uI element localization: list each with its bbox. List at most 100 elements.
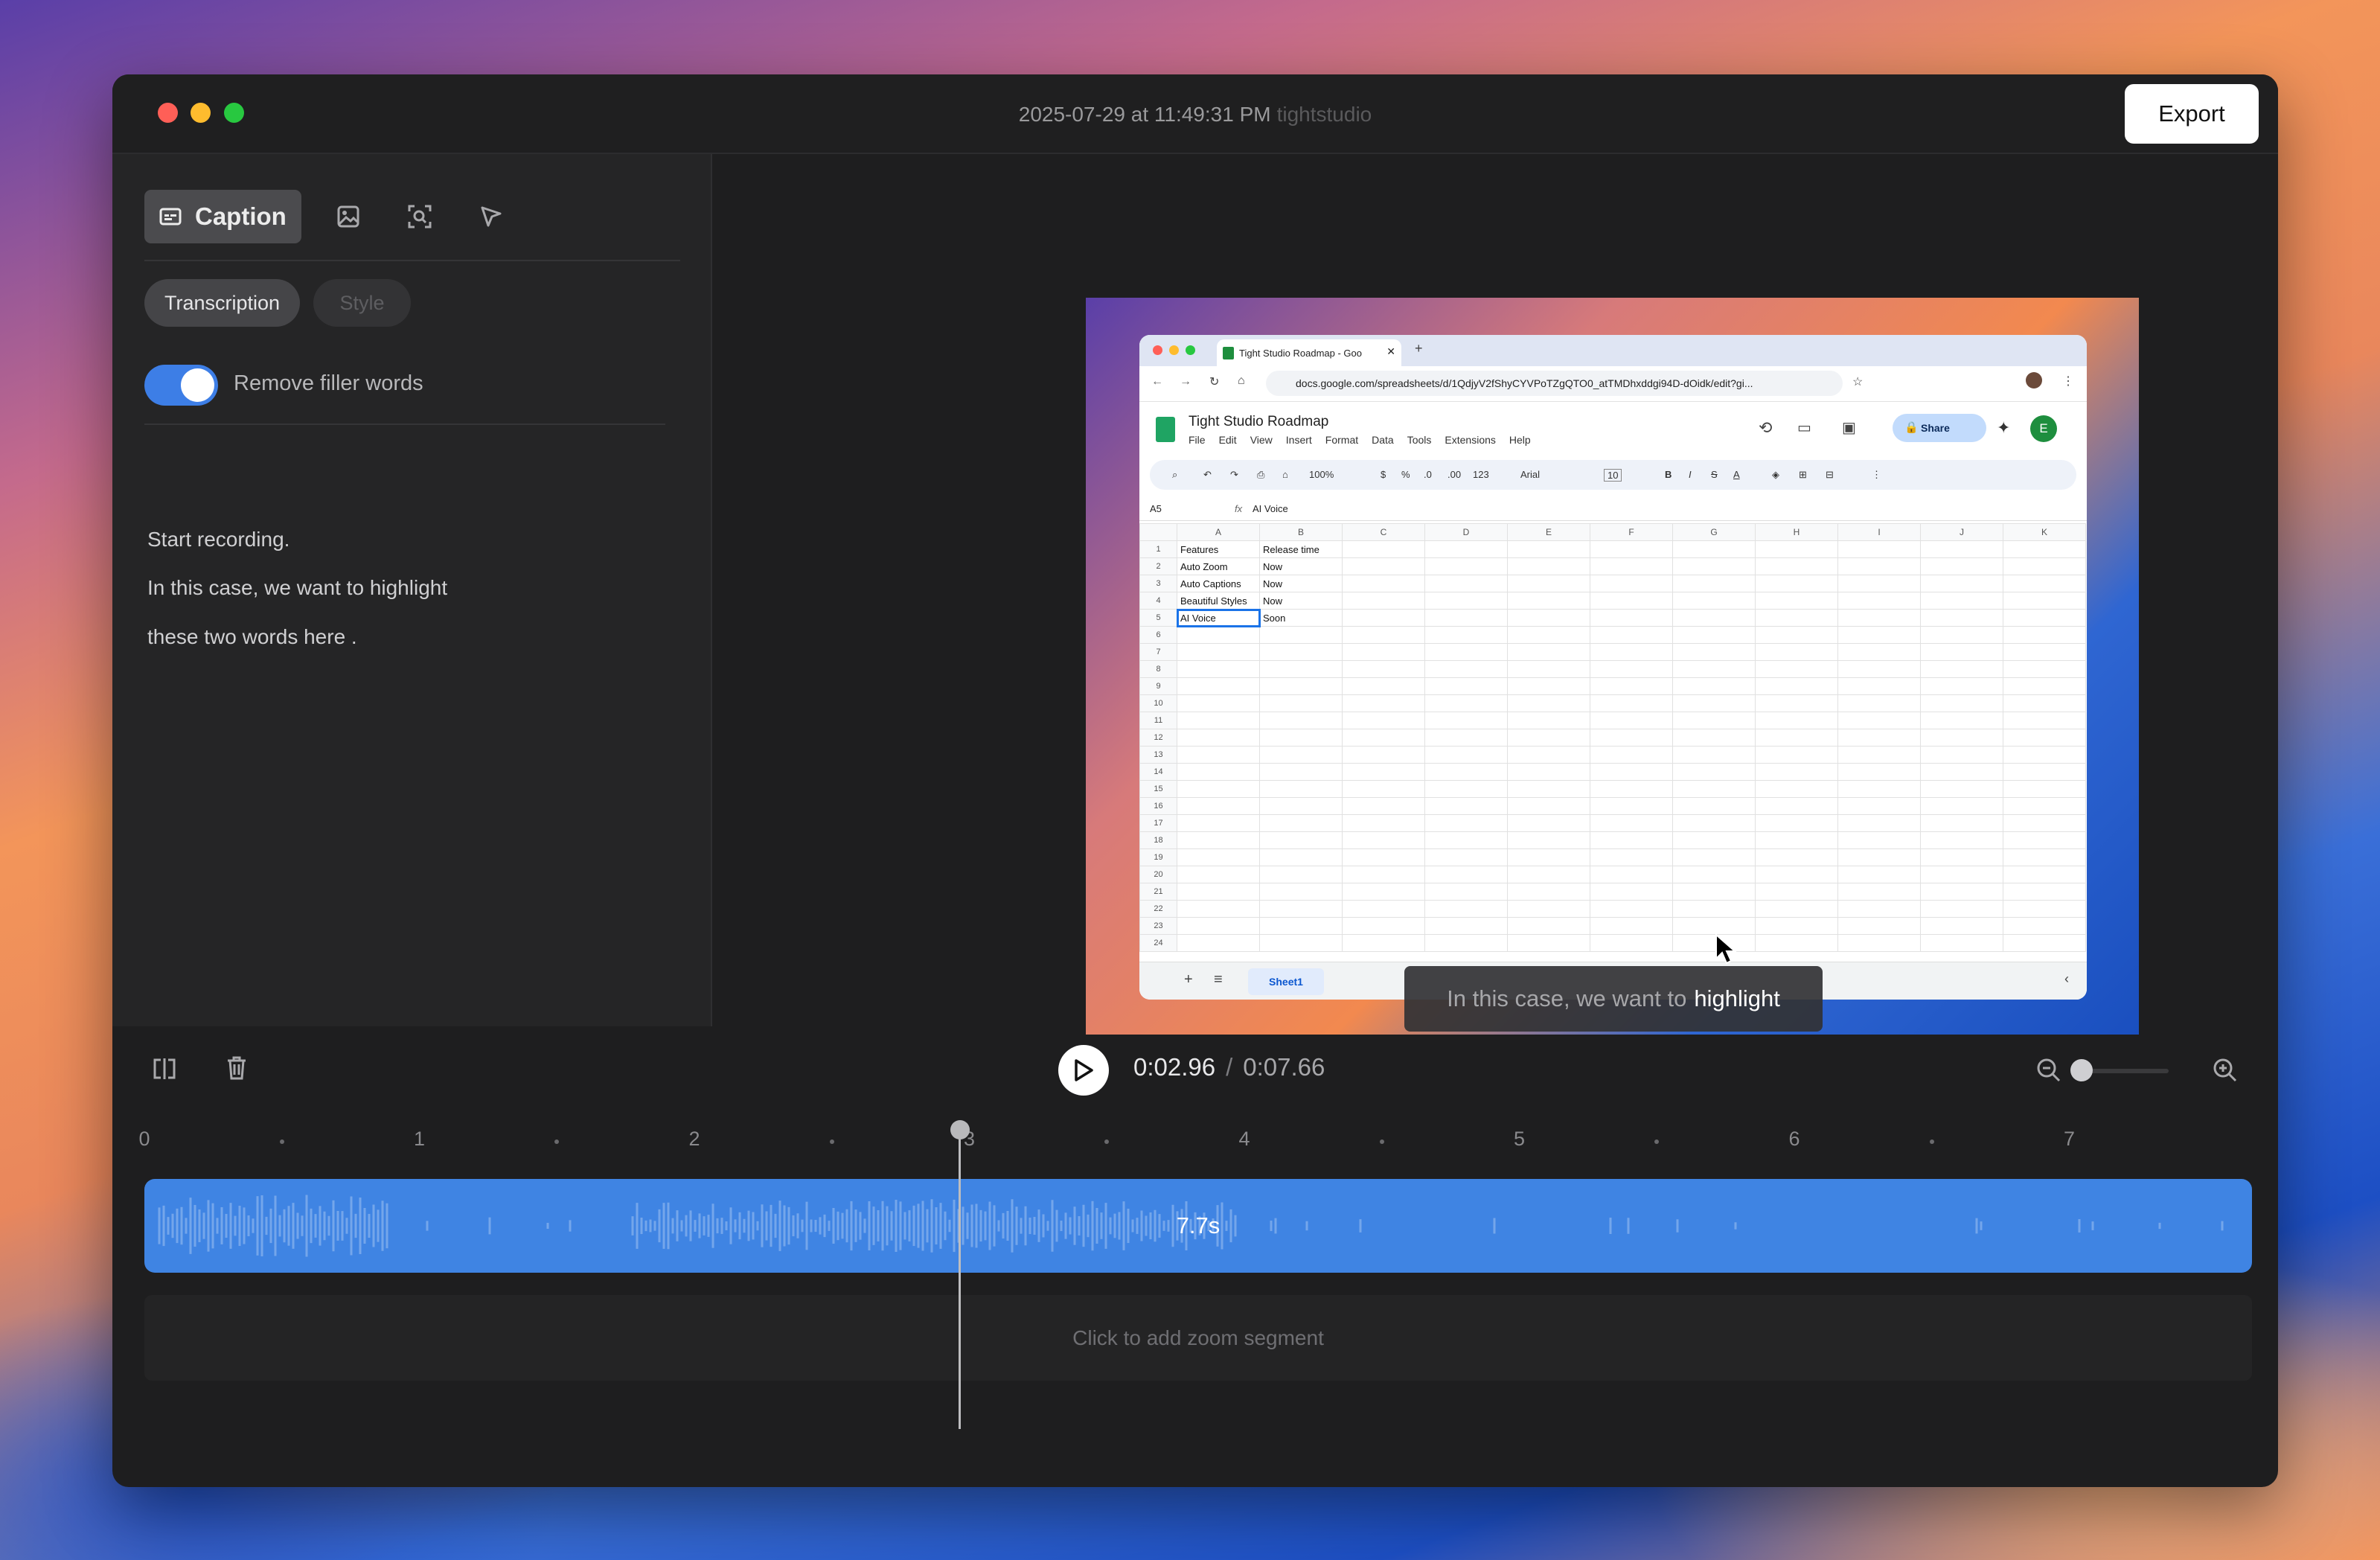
video-preview[interactable]: Tight Studio Roadmap - Goo ✕ + ← → ↻ ⌂ d… — [1086, 298, 2139, 1035]
tab-background[interactable] — [324, 192, 373, 241]
sheet-cell — [1672, 694, 1756, 712]
zoom-in-button[interactable] — [2213, 1058, 2238, 1087]
transcript-line[interactable]: In this case, we want to highlight — [147, 576, 447, 600]
sheet-cell — [1507, 694, 1590, 712]
sheet-cell — [1920, 643, 2003, 661]
sheet-cell — [1920, 660, 2003, 678]
tab-caption[interactable]: Caption — [144, 190, 301, 243]
sheet-cell — [1177, 797, 1260, 815]
font-size: 10 — [1604, 469, 1622, 482]
row-number: 23 — [1139, 917, 1177, 935]
new-tab-icon: + — [1415, 341, 1423, 356]
sheet-cell — [1342, 712, 1425, 729]
format-percent: % — [1401, 469, 1410, 480]
row-number: 10 — [1139, 694, 1177, 712]
play-button[interactable] — [1058, 1045, 1109, 1096]
column-header: C — [1342, 523, 1425, 541]
segment-transcription[interactable]: Transcription — [144, 279, 300, 327]
sheet-cell — [1755, 575, 1838, 592]
font-name: Arial — [1520, 469, 1541, 480]
sheet-cell — [1177, 831, 1260, 849]
split-clip-button[interactable] — [152, 1057, 177, 1084]
sheet-cell — [1507, 540, 1590, 558]
zoom-slider-handle[interactable] — [2070, 1059, 2093, 1081]
playback-controls: 0:02.96 / 0:07.66 — [112, 1026, 2278, 1116]
current-time: 0:02.96 — [1133, 1053, 1216, 1081]
sheet-cell — [1672, 934, 1756, 952]
remove-filler-label: Remove filler words — [234, 371, 423, 395]
zoom-slider-track[interactable] — [2079, 1069, 2169, 1073]
sheet-cell — [1755, 694, 1838, 712]
sheet-row: 12 — [1139, 729, 2086, 747]
sheet-cell — [1507, 626, 1590, 644]
sheet-cell — [1177, 866, 1260, 883]
menu-item: Insert — [1285, 434, 1312, 446]
transcript-line[interactable]: Start recording. — [147, 528, 289, 552]
sheet-cell — [1424, 848, 1508, 866]
sheet-cell — [1507, 883, 1590, 901]
column-header: K — [2003, 523, 2086, 541]
sheet-cell — [1177, 626, 1260, 644]
sheet-cell — [1507, 557, 1590, 575]
sheet-row: 7 — [1139, 643, 2086, 661]
playhead-handle[interactable] — [950, 1120, 970, 1139]
sheet-cell — [1672, 917, 1756, 935]
sheet-cell — [1177, 848, 1260, 866]
clip-duration: 7.7s — [1176, 1212, 1221, 1238]
sheet-cell — [1672, 814, 1756, 832]
export-button[interactable]: Export — [2125, 84, 2259, 144]
sheet-cell — [1755, 848, 1838, 866]
remove-filler-toggle[interactable] — [144, 365, 218, 406]
sheet-cell — [1342, 575, 1425, 592]
sheet-row: 6 — [1139, 626, 2086, 644]
sheet-cell — [1259, 694, 1343, 712]
sheet-row: 10 — [1139, 694, 2086, 712]
tab-zoom[interactable] — [395, 192, 444, 241]
segment-style[interactable]: Style — [313, 279, 411, 327]
delete-clip-button[interactable] — [225, 1055, 248, 1084]
sheet-cell — [1755, 917, 1838, 935]
sheet-cell — [1507, 900, 1590, 918]
sheet-cell — [1837, 694, 1921, 712]
strikethrough-icon: S — [1711, 469, 1718, 480]
transcript-line[interactable]: these two words here . — [147, 625, 357, 649]
zoom-segment-track[interactable]: Click to add zoom segment — [144, 1295, 2252, 1381]
column-header: I — [1837, 523, 1921, 541]
sheet-cell — [1507, 660, 1590, 678]
zoom-out-button[interactable] — [2036, 1058, 2061, 1087]
browser-menu-icon: ⋮ — [2062, 375, 2074, 388]
sheet-cell — [1920, 831, 2003, 849]
sheet-row: 11 — [1139, 712, 2086, 729]
sheet-row: 9 — [1139, 677, 2086, 695]
browser-max-dot — [1186, 345, 1195, 355]
sheet-cell — [1342, 763, 1425, 781]
sheet-cell — [1507, 848, 1590, 866]
tab-cursor[interactable] — [467, 192, 516, 241]
video-clip[interactable]: 7.7s — [144, 1179, 2252, 1273]
sheet-row: 14 — [1139, 763, 2086, 781]
sheet-cell — [1920, 780, 2003, 798]
sheet-cell — [2003, 900, 2086, 918]
sheet-cell — [2003, 763, 2086, 781]
sheet-cell — [1920, 848, 2003, 866]
search-menus-icon: ⌕ — [1172, 469, 1178, 480]
sheet-cell — [2003, 746, 2086, 764]
sheet-cell — [1342, 814, 1425, 832]
sheet-cell — [1259, 831, 1343, 849]
time-separator: / — [1226, 1053, 1233, 1081]
sheet-cell — [1590, 643, 1673, 661]
sheet-cell — [1259, 917, 1343, 935]
sheet-row: 22 — [1139, 900, 2086, 918]
sheet-cell — [1259, 660, 1343, 678]
row-number: 6 — [1139, 626, 1177, 644]
sheet-cell — [1507, 917, 1590, 935]
sheet-cell — [1672, 848, 1756, 866]
caption-overlay[interactable]: In this case, we want to highlight — [1404, 966, 1823, 1032]
sheet-cell — [1590, 592, 1673, 610]
timeline-ruler[interactable]: 01234567 — [138, 1120, 2251, 1165]
sheet-cell — [1837, 626, 1921, 644]
sheet-cell — [1920, 694, 2003, 712]
sheet-cell — [1755, 712, 1838, 729]
playhead-line[interactable] — [959, 1124, 961, 1429]
sheet-cell — [1590, 694, 1673, 712]
